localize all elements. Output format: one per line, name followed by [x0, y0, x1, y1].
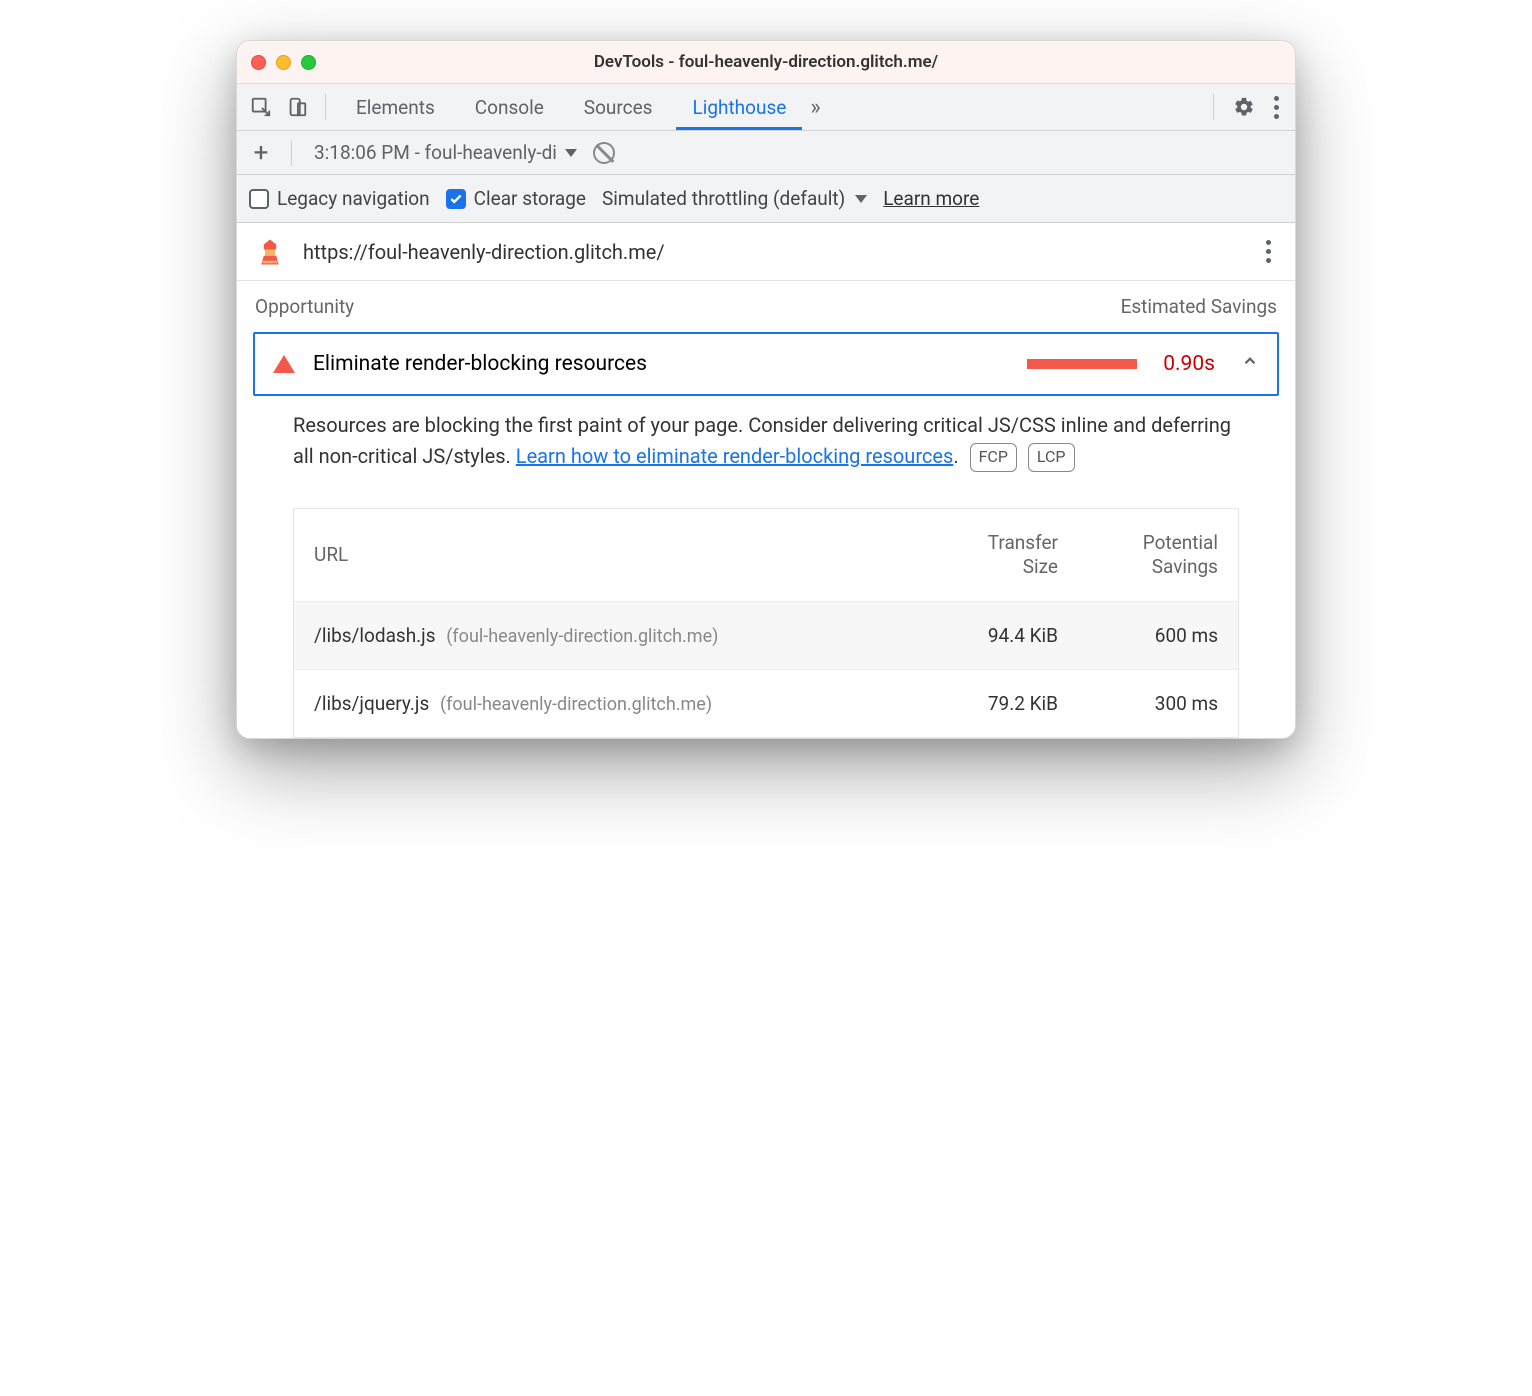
- device-toolbar-icon[interactable]: [283, 93, 311, 121]
- resource-path[interactable]: /libs/lodash.js: [314, 624, 436, 647]
- devtools-window: DevTools - foul-heavenly-direction.glitc…: [236, 40, 1296, 739]
- report-url-row: https://foul-heavenly-direction.glitch.m…: [237, 223, 1295, 281]
- opportunity-description: Resources are blocking the first paint o…: [237, 410, 1295, 490]
- section-title-left: Opportunity: [255, 295, 354, 318]
- inspect-element-icon[interactable]: [247, 93, 275, 121]
- resource-size: 79.2 KiB: [908, 692, 1058, 715]
- lighthouse-logo-icon: [255, 237, 285, 267]
- tab-label: Elements: [356, 96, 435, 119]
- fail-triangle-icon: [273, 355, 295, 373]
- col-url: URL: [314, 543, 908, 566]
- resources-table: URL Transfer Size Potential Savings /lib…: [293, 508, 1239, 738]
- savings-bar: [1027, 359, 1137, 369]
- tab-sources[interactable]: Sources: [568, 84, 669, 130]
- checkbox-icon: [249, 189, 269, 209]
- resource-path[interactable]: /libs/jquery.js: [314, 692, 429, 715]
- clear-report-icon[interactable]: [593, 142, 615, 164]
- opportunity-row[interactable]: Eliminate render-blocking resources 0.90…: [253, 332, 1279, 396]
- tab-lighthouse[interactable]: Lighthouse: [676, 84, 802, 130]
- section-header: Opportunity Estimated Savings: [237, 281, 1295, 332]
- throttling-selector[interactable]: Simulated throttling (default): [602, 187, 867, 210]
- more-options-icon[interactable]: [1268, 90, 1285, 125]
- learn-more-link[interactable]: Learn more: [883, 187, 979, 210]
- metric-badge-lcp: LCP: [1028, 443, 1075, 472]
- separator: [1213, 94, 1214, 120]
- section-title-right: Estimated Savings: [1121, 295, 1277, 318]
- col-savings: Potential Savings: [1058, 531, 1218, 579]
- checkbox-label: Legacy navigation: [277, 187, 430, 210]
- tab-label: Lighthouse: [692, 96, 786, 119]
- table-header-row: URL Transfer Size Potential Savings: [294, 509, 1238, 601]
- desc-text2: .: [953, 444, 958, 468]
- savings-value: 0.90s: [1163, 352, 1215, 376]
- main-toolbar: Elements Console Sources Lighthouse »: [237, 83, 1295, 131]
- more-tabs-icon[interactable]: »: [810, 95, 820, 120]
- col-size: Transfer Size: [908, 531, 1058, 579]
- resource-savings: 300 ms: [1058, 692, 1218, 715]
- titlebar: DevTools - foul-heavenly-direction.glitc…: [237, 41, 1295, 83]
- chevron-down-icon: [855, 195, 867, 203]
- report-menu-icon[interactable]: [1260, 234, 1277, 269]
- legacy-navigation-checkbox[interactable]: Legacy navigation: [249, 187, 430, 210]
- checkbox-label: Clear storage: [474, 187, 586, 210]
- opportunity-title: Eliminate render-blocking resources: [313, 352, 647, 376]
- resource-size: 94.4 KiB: [908, 624, 1058, 647]
- tab-label: Sources: [584, 96, 653, 119]
- new-report-button[interactable]: +: [247, 138, 275, 168]
- throttling-label: Simulated throttling (default): [602, 187, 845, 210]
- clear-storage-checkbox[interactable]: Clear storage: [446, 187, 586, 210]
- lighthouse-options-bar: Legacy navigation Clear storage Simulate…: [237, 175, 1295, 223]
- table-row: /libs/jquery.js (foul-heavenly-direction…: [294, 669, 1238, 737]
- chevron-down-icon: [565, 149, 577, 157]
- tab-elements[interactable]: Elements: [340, 84, 451, 130]
- separator: [291, 140, 292, 166]
- metric-badge-fcp: FCP: [970, 443, 1017, 472]
- resource-savings: 600 ms: [1058, 624, 1218, 647]
- tab-label: Console: [475, 96, 544, 119]
- window-title: DevTools - foul-heavenly-direction.glitc…: [237, 52, 1295, 72]
- checkbox-icon: [446, 189, 466, 209]
- report-selector[interactable]: 3:18:06 PM - foul-heavenly-di: [308, 141, 583, 164]
- separator: [325, 94, 326, 120]
- report-url: https://foul-heavenly-direction.glitch.m…: [303, 240, 665, 264]
- report-selector-label: 3:18:06 PM - foul-heavenly-di: [314, 141, 557, 164]
- resource-host: (foul-heavenly-direction.glitch.me): [440, 694, 712, 715]
- lighthouse-subtoolbar: + 3:18:06 PM - foul-heavenly-di: [237, 131, 1295, 175]
- table-row: /libs/lodash.js (foul-heavenly-direction…: [294, 601, 1238, 669]
- resource-host: (foul-heavenly-direction.glitch.me): [446, 626, 718, 647]
- tab-console[interactable]: Console: [459, 84, 560, 130]
- settings-icon[interactable]: [1230, 93, 1258, 121]
- chevron-up-icon: [1241, 352, 1259, 376]
- desc-learn-link[interactable]: Learn how to eliminate render-blocking r…: [516, 444, 954, 468]
